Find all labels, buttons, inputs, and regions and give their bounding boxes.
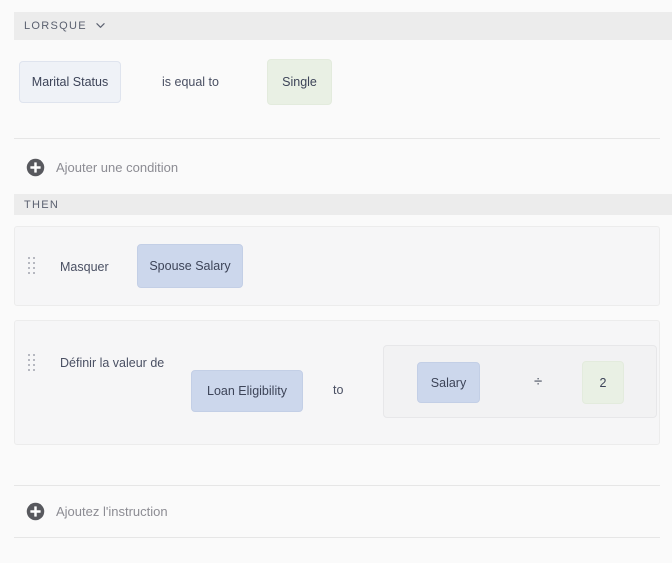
add-condition-label: Ajouter une condition — [56, 159, 179, 175]
plus-circle-icon — [26, 502, 45, 521]
division-icon: ÷ — [534, 373, 543, 390]
plus-circle-icon — [26, 158, 45, 177]
condition-row: Marital Status is equal to Single — [0, 40, 672, 138]
formula-group[interactable]: Salary ÷ 2 — [383, 345, 657, 418]
action-target-label: Loan Eligibility — [207, 384, 287, 398]
when-section-header[interactable]: LORSQUE — [14, 12, 672, 40]
add-condition-button[interactable]: Ajouter une condition — [0, 155, 178, 179]
condition-field-label: Marital Status — [31, 75, 109, 89]
then-section-header: THEN — [14, 194, 672, 215]
formula-operand-left-chip[interactable]: Salary — [417, 362, 480, 403]
instruction-divider-bottom — [14, 537, 660, 538]
action-card-hide[interactable]: Masquer Spouse Salary — [14, 226, 660, 306]
instruction-divider-top — [14, 485, 660, 486]
action-target-chip-spouse-salary[interactable]: Spouse Salary — [137, 244, 243, 288]
when-section-label: LORSQUE — [24, 20, 87, 32]
drag-handle-icon[interactable] — [28, 354, 36, 374]
formula-operand-right-chip[interactable]: 2 — [582, 361, 624, 404]
condition-operator-text: is equal to — [162, 75, 219, 89]
action-verb-set-value: Définir la valeur de — [60, 356, 165, 370]
action-card-set-value[interactable]: Définir la valeur de Loan Eligibility to… — [14, 320, 660, 445]
then-section-label: THEN — [24, 198, 60, 211]
chevron-down-icon[interactable] — [96, 21, 105, 30]
drag-handle-icon[interactable] — [28, 257, 36, 277]
action-connector-text: to — [333, 383, 344, 397]
formula-operand-right-label: 2 — [599, 375, 607, 390]
formula-operand-left-label: Salary — [430, 375, 467, 390]
action-target-chip-loan-eligibility[interactable]: Loan Eligibility — [191, 370, 303, 412]
add-instruction-label: Ajoutez l'instruction — [56, 503, 168, 519]
condition-field-chip[interactable]: Marital Status — [19, 61, 121, 103]
rule-builder-canvas: LORSQUE Marital Status is equal to Singl… — [0, 0, 672, 563]
condition-value-chip[interactable]: Single — [267, 59, 332, 105]
condition-value-label: Single — [282, 75, 317, 89]
condition-divider — [14, 138, 660, 139]
action-verb-hide: Masquer — [60, 260, 109, 274]
action-target-label: Spouse Salary — [149, 259, 231, 273]
add-instruction-button[interactable]: Ajoutez l'instruction — [0, 499, 168, 523]
